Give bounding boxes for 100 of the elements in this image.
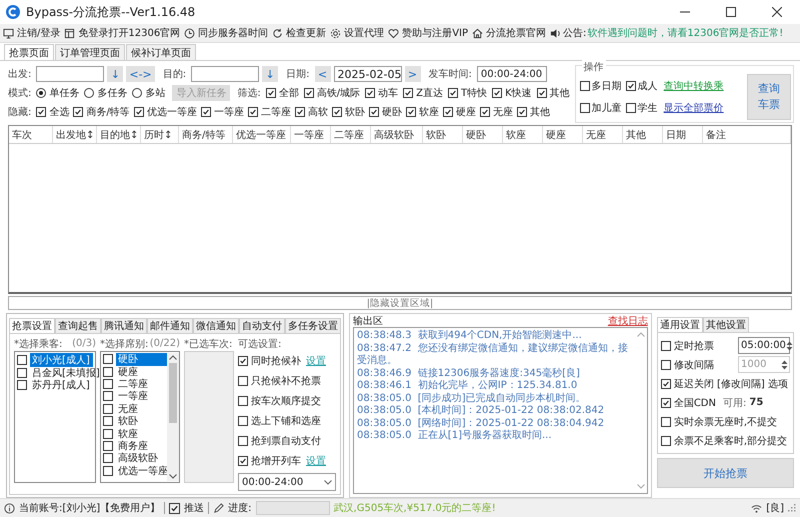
scroll-up-icon[interactable] — [169, 355, 177, 360]
checkbox[interactable] — [516, 107, 527, 117]
seat-item[interactable]: 硬座 — [116, 364, 140, 379]
checkbox[interactable] — [103, 416, 113, 426]
scrollbar[interactable] — [167, 353, 179, 481]
spinner-arrows-icon[interactable] — [786, 340, 793, 352]
toolbar-button[interactable]: 检查更新 — [272, 26, 326, 40]
settings-tab[interactable]: 抢票设置 — [9, 318, 55, 333]
checkbox[interactable] — [536, 88, 547, 98]
toolbar-button[interactable]: 同步服务器时间 — [184, 26, 268, 40]
checkbox[interactable] — [365, 88, 376, 98]
push-checkbox[interactable] — [169, 502, 180, 514]
swap-button[interactable]: <-> — [126, 66, 155, 82]
page-tab[interactable]: 候补订单页面 — [126, 44, 196, 60]
column-header[interactable]: 一等座 — [291, 126, 331, 143]
settings-link[interactable]: 设置 — [306, 354, 326, 368]
checkbox[interactable] — [626, 103, 636, 113]
seat-item[interactable]: 一等座 — [116, 389, 150, 404]
checkbox[interactable] — [17, 355, 27, 366]
checkbox[interactable] — [238, 436, 248, 446]
checkbox[interactable] — [442, 107, 453, 117]
checkbox[interactable] — [103, 428, 113, 439]
column-header[interactable]: 其他 — [623, 126, 663, 143]
scrollbar-thumb[interactable] — [169, 363, 177, 423]
settings-tab[interactable]: 通用设置 — [656, 317, 703, 332]
previous-date-button[interactable]: < — [314, 66, 331, 82]
column-header[interactable]: 备注 — [703, 126, 791, 143]
checkbox[interactable] — [103, 466, 113, 476]
column-header[interactable]: 硬卧 — [463, 126, 503, 143]
spinner-field[interactable]: 05:00:00 — [738, 337, 790, 354]
seat-item[interactable]: 软卧 — [116, 414, 140, 428]
checkbox[interactable] — [492, 88, 502, 98]
column-header[interactable]: 无座 — [583, 126, 623, 143]
from-dropdown-button[interactable]: ↓ — [107, 66, 124, 82]
depart-time-dropdown[interactable]: 00:00-24:00 — [476, 66, 547, 82]
checkbox[interactable] — [406, 107, 416, 117]
toolbar-button[interactable]: 赞助与注册VIP — [388, 26, 468, 40]
to-dropdown-button[interactable]: ↓ — [262, 66, 278, 82]
checkbox[interactable] — [238, 416, 248, 426]
checkbox[interactable] — [660, 378, 671, 388]
checkbox[interactable] — [580, 103, 590, 113]
checkbox[interactable] — [103, 404, 113, 414]
radio-button[interactable] — [84, 88, 94, 98]
checkbox[interactable] — [480, 107, 490, 117]
checkbox[interactable] — [200, 107, 211, 117]
next-date-button[interactable]: > — [404, 66, 421, 82]
seat-item[interactable]: 高级软卧 — [116, 451, 160, 466]
start-button[interactable]: 开始抢票 — [656, 458, 794, 488]
checkbox[interactable] — [626, 81, 636, 91]
column-header[interactable]: 软座 — [503, 126, 543, 143]
checkbox[interactable] — [36, 107, 46, 117]
seat-item[interactable]: 无座 — [116, 402, 140, 416]
page-tab[interactable]: 抢票页面 — [4, 44, 54, 60]
checkbox[interactable] — [103, 378, 113, 389]
checkbox[interactable] — [294, 107, 305, 117]
checkbox[interactable] — [660, 340, 671, 350]
link[interactable]: 查询中转换乘 — [664, 79, 724, 93]
checkbox[interactable] — [403, 88, 414, 98]
settings-tab[interactable]: 腾讯通知 — [101, 318, 147, 333]
checkbox[interactable] — [238, 396, 248, 406]
radio-button[interactable] — [132, 88, 142, 98]
checkbox[interactable] — [103, 453, 113, 464]
checkbox[interactable] — [17, 368, 27, 378]
to-field[interactable] — [191, 66, 260, 82]
settings-link[interactable]: 设置 — [306, 454, 326, 468]
settings-tab[interactable]: 查询起售 — [55, 318, 101, 333]
checkbox[interactable] — [660, 436, 671, 446]
query-tickets-button[interactable]: 查询车票 — [747, 74, 791, 120]
checkbox[interactable] — [17, 380, 27, 390]
checkbox[interactable] — [580, 81, 590, 91]
column-header[interactable]: 日期 — [663, 126, 703, 143]
seat-item[interactable]: 软座 — [116, 426, 140, 441]
toolbar-button[interactable]: 设置代理 — [330, 26, 384, 40]
toolbar-button[interactable]: 分流抢票官网 — [472, 26, 546, 40]
hide-settings-toggle[interactable]: |隐藏设置区域| — [8, 296, 792, 310]
column-header[interactable]: 目的地↕ — [97, 126, 141, 143]
checkbox[interactable] — [238, 456, 248, 466]
checkbox[interactable] — [660, 398, 671, 408]
checkbox[interactable] — [134, 107, 144, 117]
checkbox[interactable] — [238, 356, 248, 366]
time-range-dropdown[interactable]: 00:00-24:00 — [238, 473, 336, 491]
checkbox[interactable] — [448, 88, 458, 98]
seat-item[interactable]: 二等座 — [116, 376, 150, 391]
column-header[interactable]: 商务/特等 — [179, 126, 233, 143]
checkbox[interactable] — [304, 88, 314, 98]
checkbox[interactable] — [103, 354, 113, 364]
column-header[interactable]: 软卧 — [423, 126, 463, 143]
settings-tab[interactable]: 多任务设置 — [285, 318, 341, 333]
checkbox[interactable] — [368, 107, 379, 117]
resize-grip-icon[interactable] — [788, 504, 796, 512]
checkbox[interactable] — [332, 107, 342, 117]
checkbox[interactable] — [103, 366, 113, 377]
settings-tab[interactable]: 邮件通知 — [147, 318, 193, 333]
passenger-item[interactable]: 刘小光[成人] — [30, 353, 93, 368]
column-header[interactable]: 优选一等座 — [233, 126, 291, 143]
toolbar-button[interactable]: 免登录打开12306官网 — [64, 26, 180, 40]
seat-item[interactable]: 硬卧 — [116, 353, 167, 366]
date-field[interactable]: 2025-02-05 — [334, 66, 402, 82]
checkbox[interactable] — [266, 88, 276, 98]
toolbar-button[interactable]: 注销/登录 — [3, 26, 60, 40]
